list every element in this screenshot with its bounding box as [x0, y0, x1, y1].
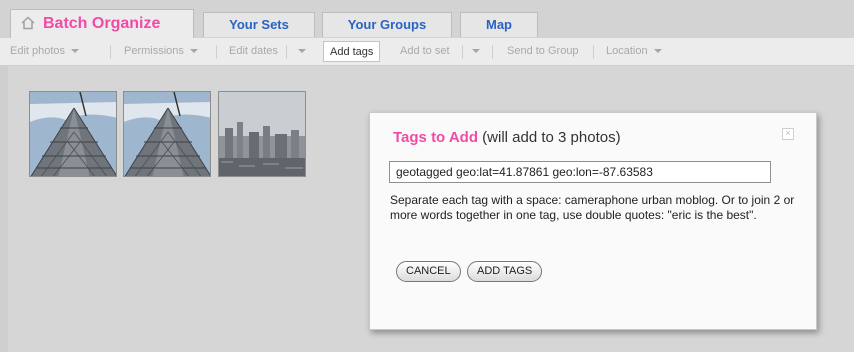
- edit-dates-menu[interactable]: Edit dates: [229, 38, 278, 65]
- add-to-set-menu[interactable]: Add to set: [400, 38, 450, 65]
- dialog-title-highlight: Tags to Add: [393, 129, 478, 146]
- divider: [110, 45, 111, 59]
- top-tab-bar: Batch Organize Your Sets Your Groups Map: [0, 0, 854, 38]
- caret-down-icon: [298, 49, 306, 53]
- tab-your-groups[interactable]: Your Groups: [322, 12, 452, 37]
- building-photo[interactable]: [123, 91, 211, 177]
- add-to-set-dropdown[interactable]: [466, 38, 480, 65]
- divider: [462, 45, 463, 59]
- tab-map[interactable]: Map: [460, 12, 538, 37]
- add-tags-menu[interactable]: Add tags: [323, 41, 381, 62]
- dialog-title-count: (will add to 3 photos): [482, 129, 621, 146]
- skyline-photo[interactable]: [218, 91, 306, 177]
- menu-label: Send to Group: [507, 45, 579, 57]
- home-icon: [21, 12, 35, 30]
- close-icon[interactable]: ×: [782, 128, 794, 140]
- dialog-title: Tags to Add (will add to 3 photos): [393, 129, 621, 146]
- send-to-group-menu[interactable]: Send to Group: [507, 38, 579, 65]
- divider: [286, 45, 287, 59]
- add-tags-button[interactable]: ADD TAGS: [467, 261, 543, 282]
- caret-down-icon: [71, 49, 80, 53]
- action-toolbar: Edit photos Permissions Edit dates Add t…: [0, 38, 854, 66]
- menu-label: Add to set: [400, 45, 450, 57]
- permissions-menu[interactable]: Permissions: [124, 38, 198, 65]
- tags-help-text: Separate each tag with a space: cameraph…: [390, 193, 795, 222]
- menu-label: Edit photos: [10, 45, 66, 57]
- edit-photos-menu[interactable]: Edit photos: [10, 38, 80, 65]
- caret-down-icon: [189, 49, 198, 53]
- menu-label: Edit dates: [229, 45, 278, 57]
- caret-down-icon: [653, 49, 662, 53]
- tags-input[interactable]: [389, 161, 771, 183]
- location-menu[interactable]: Location: [606, 38, 662, 65]
- tab-batch-organize[interactable]: Batch Organize: [10, 9, 194, 38]
- divider: [593, 45, 594, 59]
- building-photo[interactable]: [29, 91, 117, 177]
- tab-label: Map: [486, 17, 512, 32]
- divider: [216, 45, 217, 59]
- tab-label: Your Sets: [229, 17, 289, 32]
- tab-label: Batch Organize: [43, 15, 161, 32]
- menu-label: Add tags: [330, 46, 374, 58]
- tab-label: Your Groups: [347, 17, 427, 32]
- cancel-button[interactable]: CANCEL: [396, 261, 461, 282]
- divider: [492, 45, 493, 59]
- caret-down-icon: [472, 49, 480, 53]
- tags-dialog: × Tags to Add (will add to 3 photos) Sep…: [369, 112, 817, 330]
- menu-label: Permissions: [124, 45, 184, 57]
- edit-dates-dropdown[interactable]: [292, 38, 306, 65]
- tab-your-sets[interactable]: Your Sets: [203, 12, 315, 37]
- menu-label: Location: [606, 45, 648, 57]
